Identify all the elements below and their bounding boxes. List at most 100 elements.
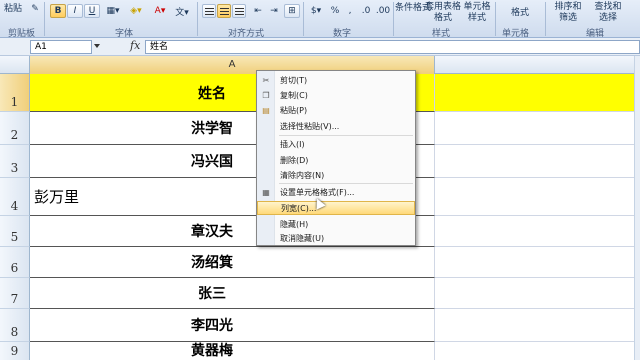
separator xyxy=(303,2,304,36)
bold-button[interactable]: B xyxy=(50,4,66,18)
row-header[interactable]: 1 xyxy=(0,74,30,112)
underline-label: U xyxy=(88,6,96,16)
cell-b2[interactable] xyxy=(435,112,640,145)
menu-icon-blank xyxy=(258,201,276,215)
sort-filter-button[interactable]: 排序和筛选 xyxy=(550,1,586,25)
cell-b3[interactable] xyxy=(435,145,640,178)
row-header[interactable]: 9 xyxy=(0,342,30,360)
cell-a7[interactable]: 张三 xyxy=(30,278,435,309)
column-header-b[interactable] xyxy=(435,56,640,74)
name-box[interactable]: A1 xyxy=(30,40,92,54)
align-line xyxy=(234,13,244,15)
vertical-scrollbar[interactable] xyxy=(634,56,640,360)
select-all-corner[interactable] xyxy=(0,56,30,74)
menu-item-label: 剪切(T) xyxy=(280,75,308,85)
menu-separator xyxy=(279,135,413,136)
menu-item-label: 粘贴(P) xyxy=(280,105,308,115)
separator xyxy=(197,2,198,36)
paste-icon: ▤ xyxy=(262,105,270,115)
cell-b9[interactable] xyxy=(435,342,640,360)
row-header[interactable]: 3 xyxy=(0,145,30,178)
sort-filter-label: 排序和筛选 xyxy=(554,2,582,23)
paste-label: 粘贴 xyxy=(3,3,22,14)
align-line xyxy=(234,7,244,9)
copy-icon: ❐ xyxy=(262,90,270,100)
table-format-label: 套用表格格式 xyxy=(424,2,461,23)
paste-button[interactable]: 粘贴 xyxy=(2,1,24,14)
border-icon[interactable]: ▦▾ xyxy=(103,4,123,18)
row-header[interactable]: 5 xyxy=(0,216,30,247)
align-right-button[interactable] xyxy=(232,4,246,18)
comma-style-icon[interactable]: , xyxy=(343,4,357,18)
find-select-button[interactable]: 查找和选择 xyxy=(590,1,626,25)
menu-item-clear-contents[interactable]: 清除内容(N) xyxy=(257,168,415,182)
menu-item-label: 插入(I) xyxy=(280,139,305,149)
menu-item-insert[interactable]: 插入(I) xyxy=(257,137,415,151)
indent-icon[interactable]: ⇤ xyxy=(250,4,266,18)
row-header[interactable]: 7 xyxy=(0,278,30,309)
cell-b4[interactable] xyxy=(435,178,640,216)
menu-icon-blank xyxy=(257,231,275,245)
menu-item-paste-special[interactable]: 选择性粘贴(V)... xyxy=(257,119,415,133)
align-line xyxy=(204,13,214,15)
menu-item-paste[interactable]: ▤ 粘贴(P) xyxy=(257,103,415,117)
outdent-icon[interactable]: ⇥ xyxy=(266,4,282,18)
cell-a8[interactable]: 李四光 xyxy=(30,309,435,342)
format-painter-icon[interactable]: ✎ xyxy=(28,2,42,16)
menu-item-copy[interactable]: ❐ 复制(C) xyxy=(257,88,415,102)
formula-input[interactable]: 姓名 xyxy=(145,40,640,54)
menu-item-hide[interactable]: 隐藏(H) xyxy=(257,217,415,231)
align-left-button[interactable] xyxy=(202,4,216,18)
fill-color-icon[interactable]: ◈▾ xyxy=(126,4,146,18)
table-format-button[interactable]: 套用表格格式 xyxy=(423,1,463,25)
accounting-format-icon[interactable]: $▾ xyxy=(306,4,326,18)
align-center-button[interactable] xyxy=(217,4,231,18)
menu-item-cut[interactable]: ✂ 剪切(T) xyxy=(257,73,415,87)
ribbon: 粘贴 ✎ 剪贴板 B I U ▦▾ ◈▾ A▾ 文▾ 字体 ⇤ ⇥ ⊞ 对齐方式… xyxy=(0,0,640,39)
increase-decimal-icon[interactable]: .0 xyxy=(358,4,374,18)
menu-item-format-cells[interactable]: ▦ 设置单元格格式(F)... xyxy=(257,185,415,199)
menu-item-column-width[interactable]: 列宽(C)... xyxy=(257,201,415,215)
insert-function-button[interactable]: fx xyxy=(130,39,140,52)
cell-b6[interactable] xyxy=(435,247,640,278)
align-line xyxy=(204,7,214,9)
italic-label: I xyxy=(73,6,77,16)
menu-item-delete[interactable]: 删除(D) xyxy=(257,153,415,167)
name-box-dropdown-icon[interactable] xyxy=(94,44,100,48)
menu-icon-blank xyxy=(257,119,275,133)
row-header[interactable]: 2 xyxy=(0,112,30,145)
menu-icon-blank xyxy=(257,217,275,231)
format-label: 格式 xyxy=(510,7,529,18)
align-line xyxy=(219,10,229,12)
find-select-label: 查找和选择 xyxy=(594,2,622,23)
row-header[interactable]: 8 xyxy=(0,309,30,342)
decrease-decimal-icon[interactable]: .00 xyxy=(374,4,392,18)
row-header[interactable]: 4 xyxy=(0,178,30,216)
menu-item-unhide[interactable]: 取消隐藏(U) xyxy=(257,231,415,245)
italic-button[interactable]: I xyxy=(67,4,83,18)
menu-item-label: 取消隐藏(U) xyxy=(280,233,325,243)
cell-b1[interactable] xyxy=(435,74,640,112)
merge-center-icon[interactable]: ⊞ xyxy=(284,4,300,18)
percent-icon[interactable]: % xyxy=(328,4,342,18)
cell-a9[interactable]: 黄器梅 xyxy=(30,342,435,360)
separator xyxy=(545,2,546,36)
cell-style-button[interactable]: 单元格样式 xyxy=(460,1,494,25)
format-button[interactable]: 格式 xyxy=(500,4,540,18)
row-header[interactable]: 6 xyxy=(0,247,30,278)
cell-a6[interactable]: 汤绍箕 xyxy=(30,247,435,278)
cell-b7[interactable] xyxy=(435,278,640,309)
font-color-icon[interactable]: A▾ xyxy=(150,4,170,18)
menu-item-label: 复制(C) xyxy=(280,90,308,100)
cell-b5[interactable] xyxy=(435,216,640,247)
separator xyxy=(44,2,45,36)
menu-item-label: 列宽(C)... xyxy=(281,203,317,213)
underline-button[interactable]: U xyxy=(84,4,100,18)
menu-separator xyxy=(279,183,413,184)
align-line xyxy=(219,13,229,15)
separator xyxy=(495,2,496,36)
phonetic-icon[interactable]: 文▾ xyxy=(172,4,192,18)
context-menu: ✂ 剪切(T) ❐ 复制(C) ▤ 粘贴(P) 选择性粘贴(V)... 插入(I… xyxy=(256,70,416,246)
menu-item-label: 选择性粘贴(V)... xyxy=(280,121,340,131)
cell-b8[interactable] xyxy=(435,309,640,342)
